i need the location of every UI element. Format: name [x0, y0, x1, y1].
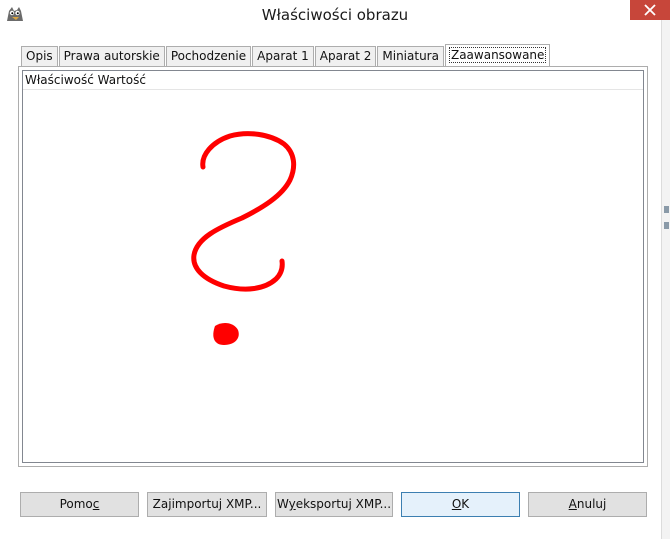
image-properties-dialog: Właściwości obrazu Opis Prawa autorskie …: [0, 0, 670, 539]
import-xmp-button[interactable]: Zajimportuj XMP...: [147, 492, 267, 517]
ok-button[interactable]: OK: [401, 492, 520, 517]
export-xmp-button[interactable]: Wyeksportuj XMP...: [275, 492, 393, 517]
cancel-button[interactable]: Anuluj: [528, 492, 647, 517]
help-button[interactable]: Pomoc: [20, 492, 139, 517]
question-mark-icon: [191, 131, 297, 345]
